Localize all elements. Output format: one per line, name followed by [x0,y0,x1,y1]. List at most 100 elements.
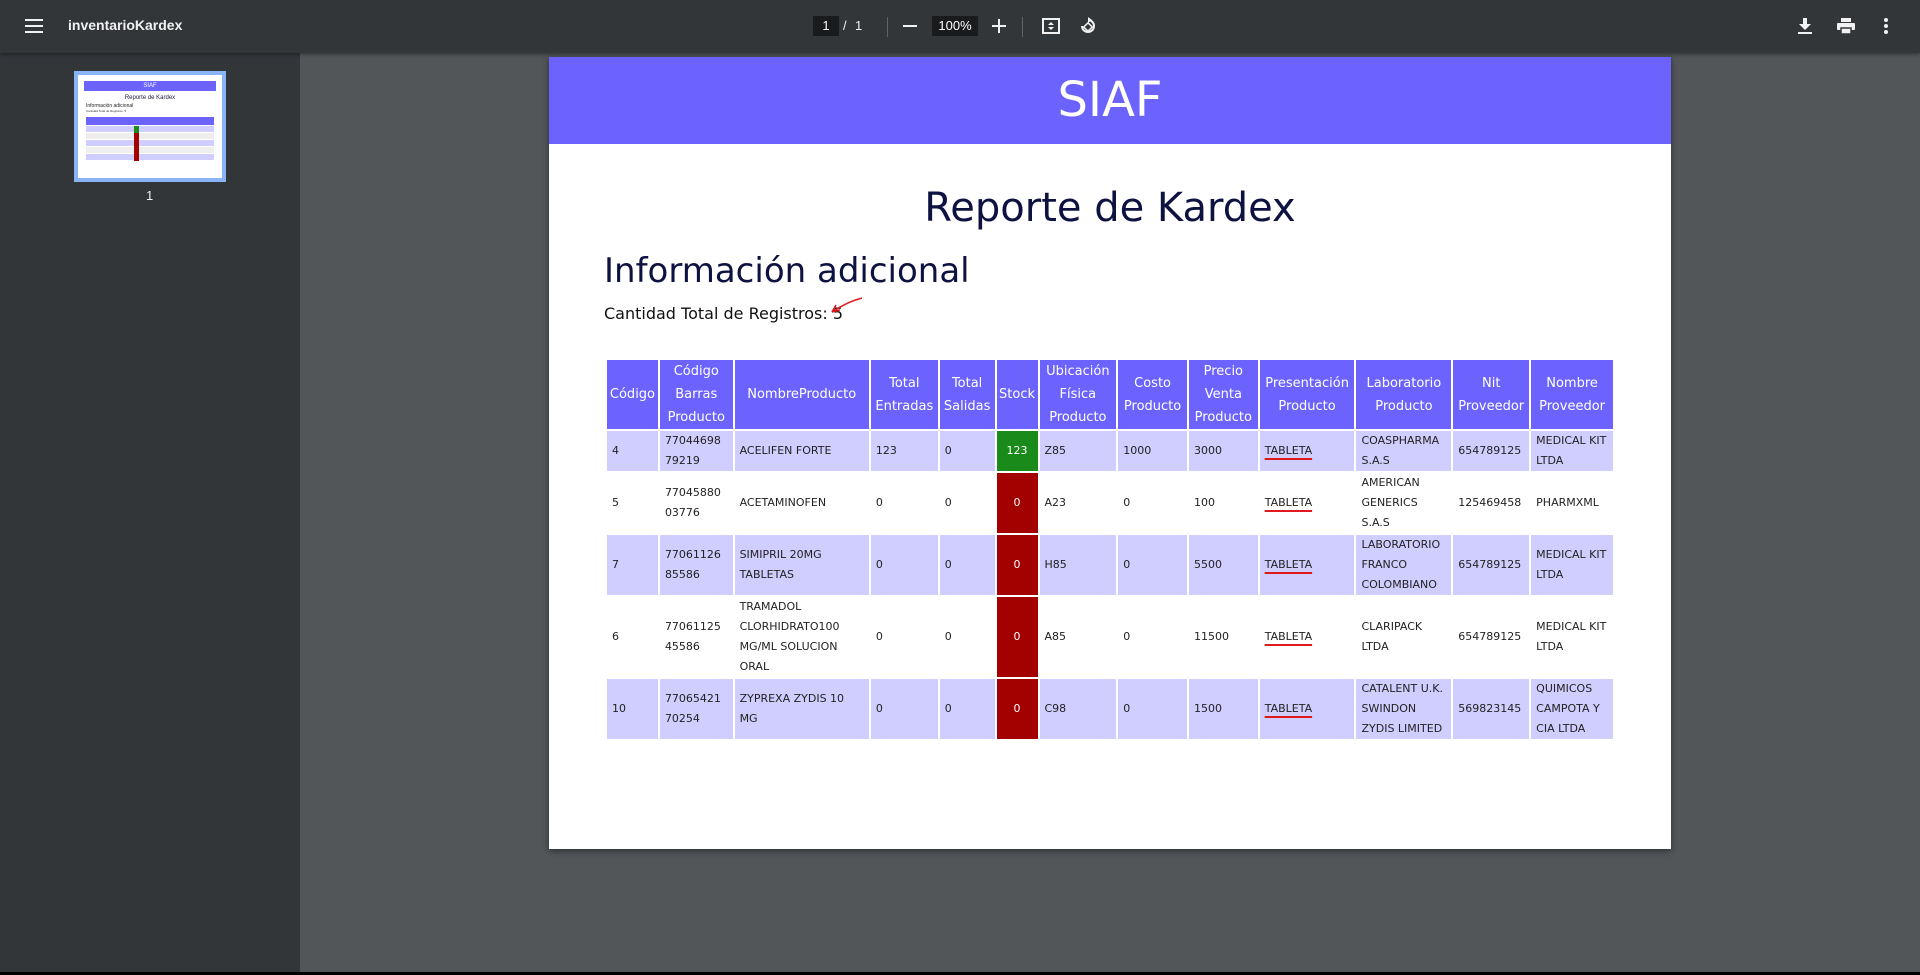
cell-nit-proveedor: 654789125 [1453,535,1530,595]
table-header-row: Código Código Barras Producto NombreProd… [607,360,1613,429]
kardex-table: Código Código Barras Producto NombreProd… [605,358,1615,741]
thumbnail-sidebar: SIAF Reporte de Kardex Información adici… [0,53,300,975]
toolbar-divider [1022,17,1023,37]
presentacion-text: TABLETA [1264,702,1313,715]
col-codigo-barras: Código Barras Producto [659,360,733,429]
cell-nit-proveedor: 654789125 [1453,431,1530,471]
cell-codigo: 4 [607,431,658,471]
col-laboratorio: Laboratorio Producto [1356,360,1452,429]
cell-codigo-barras: 7706542170254 [659,679,733,739]
cell-precio-venta: 3000 [1188,431,1258,471]
cell-laboratorio: CATALENT U.K. SWINDON ZYDIS LIMITED [1356,679,1452,739]
cell-costo: 1000 [1118,431,1187,471]
cell-nombre-proveedor: QUIMICOS CAMPOTA Y CIA LTDA [1531,679,1613,739]
cell-nombre-producto: ACETAMINOFEN [734,473,869,533]
cell-precio-venta: 1500 [1188,679,1258,739]
fit-page-icon[interactable] [1035,10,1067,42]
table-row: 5 7704588003776 ACETAMINOFEN 0 0 0 A23 0… [607,473,1613,533]
col-nombre-proveedor: Nombre Proveedor [1531,360,1613,429]
cell-total-salidas: 0 [939,535,995,595]
thumbnail-page-number: 1 [146,188,154,203]
cell-nombre-producto: SIMIPRIL 20MG TABLETAS [734,535,869,595]
cell-precio-venta: 100 [1188,473,1258,533]
page-number-input[interactable] [813,16,839,36]
more-icon[interactable] [1870,10,1902,42]
table-row: 6 7706112545586 TRAMADOL CLORHIDRATO100 … [607,597,1613,677]
pdf-page: SIAF Reporte de Kardex Información adici… [549,57,1671,849]
cell-nombre-proveedor: MEDICAL KIT LTDA [1531,597,1613,677]
cell-total-salidas: 0 [939,431,995,471]
cell-ubicacion: Z85 [1039,431,1117,471]
cell-nit-proveedor: 125469458 [1453,473,1530,533]
col-nit-proveedor: Nit Proveedor [1453,360,1530,429]
document-title: inventarioKardex [68,17,183,33]
cell-codigo-barras: 7706112685586 [659,535,733,595]
cell-presentacion: TABLETA [1259,431,1355,471]
col-codigo: Código [607,360,658,429]
cell-total-entradas: 0 [870,679,938,739]
rotate-icon[interactable] [1072,10,1104,42]
menu-icon[interactable] [18,10,50,42]
page-separator: / [843,18,847,33]
zoom-in-icon[interactable] [983,10,1015,42]
cell-codigo: 7 [607,535,658,595]
record-count: Cantidad Total de Registros: 5 [604,304,844,323]
cell-nombre-proveedor: MEDICAL KIT LTDA [1531,535,1613,595]
thumbnail-table [86,117,214,163]
cell-total-entradas: 0 [870,535,938,595]
cell-costo: 0 [1118,679,1187,739]
cell-ubicacion: A23 [1039,473,1117,533]
cell-total-salidas: 0 [939,597,995,677]
cell-ubicacion: H85 [1039,535,1117,595]
cell-stock: 123 [996,431,1038,471]
page-total: 1 [855,18,863,33]
col-precio-venta: Precio Venta Producto [1188,360,1258,429]
cell-laboratorio: CLARIPACK LTDA [1356,597,1452,677]
cell-nombre-producto: ZYPREXA ZYDIS 10 MG [734,679,869,739]
cell-total-salidas: 0 [939,473,995,533]
cell-total-entradas: 0 [870,473,938,533]
presentacion-text: TABLETA [1264,496,1313,509]
table-row: 7 7706112685586 SIMIPRIL 20MG TABLETAS 0… [607,535,1613,595]
cell-ubicacion: C98 [1039,679,1117,739]
cell-stock: 0 [996,597,1038,677]
cell-ubicacion: A85 [1039,597,1117,677]
cell-laboratorio: COASPHARMA S.A.S [1356,431,1452,471]
info-heading: Información adicional [604,251,970,291]
cell-presentacion: TABLETA [1259,597,1355,677]
cell-costo: 0 [1118,473,1187,533]
report-title: Reporte de Kardex [924,185,1296,231]
cell-total-entradas: 0 [870,597,938,677]
cell-presentacion: TABLETA [1259,473,1355,533]
cell-laboratorio: AMERICAN GENERICS S.A.S [1356,473,1452,533]
zoom-input[interactable] [932,16,978,36]
cell-nombre-proveedor: PHARMXML [1531,473,1613,533]
cell-presentacion: TABLETA [1259,679,1355,739]
table-row: 10 7706542170254 ZYPREXA ZYDIS 10 MG 0 0… [607,679,1613,739]
cell-nombre-proveedor: MEDICAL KIT LTDA [1531,431,1613,471]
thumbnail-count: Cantidad Total de Registros: 5 [86,109,127,113]
cell-costo: 0 [1118,597,1187,677]
col-costo: Costo Producto [1118,360,1187,429]
cell-total-salidas: 0 [939,679,995,739]
cell-nit-proveedor: 654789125 [1453,597,1530,677]
col-total-salidas: Total Salidas [939,360,995,429]
cell-nit-proveedor: 569823145 [1453,679,1530,739]
thumbnail-banner: SIAF [84,81,216,91]
report-banner: SIAF [549,57,1671,144]
cell-stock: 0 [996,473,1038,533]
cell-codigo-barras: 7706112545586 [659,597,733,677]
print-icon[interactable] [1830,10,1862,42]
cell-nombre-producto: ACELIFEN FORTE [734,431,869,471]
cell-stock: 0 [996,679,1038,739]
zoom-out-icon[interactable] [894,10,926,42]
cell-codigo-barras: 7704469879219 [659,431,733,471]
toolbar-divider [887,17,888,37]
cell-codigo: 5 [607,473,658,533]
col-total-entradas: Total Entradas [870,360,938,429]
cell-costo: 0 [1118,535,1187,595]
download-icon[interactable] [1789,10,1821,42]
cell-total-entradas: 123 [870,431,938,471]
cell-codigo: 6 [607,597,658,677]
page-thumbnail[interactable]: SIAF Reporte de Kardex Información adici… [74,71,226,182]
